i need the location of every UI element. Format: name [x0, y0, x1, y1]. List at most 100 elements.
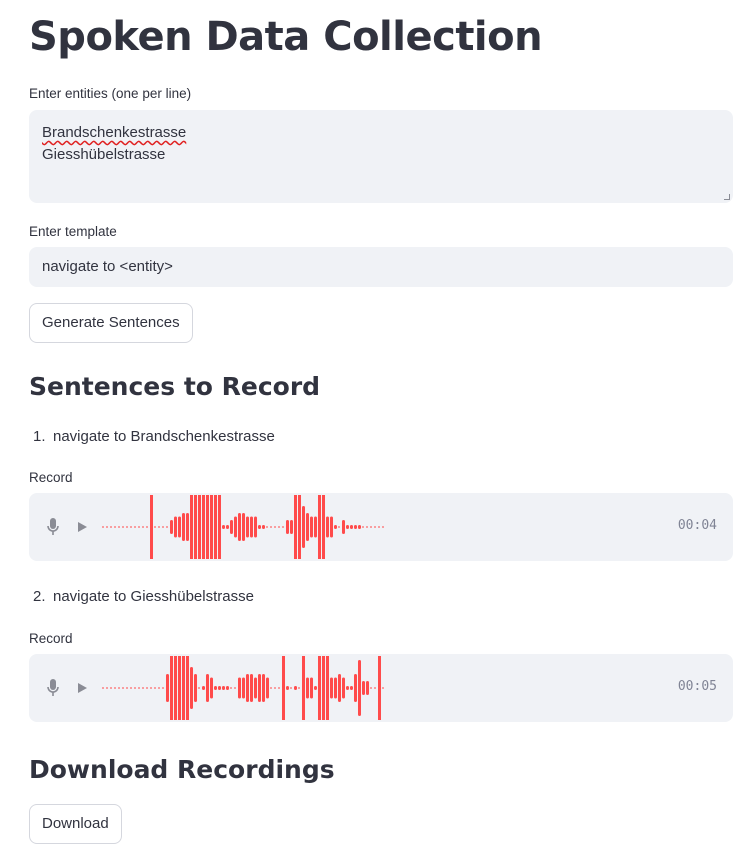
generate-sentences-button[interactable]: Generate Sentences [29, 303, 193, 343]
audio-recorder-2: 00:05 [29, 654, 733, 722]
download-title: Download Recordings [29, 755, 335, 784]
waveform-bar [202, 495, 205, 559]
page-title: Spoken Data Collection [29, 14, 543, 60]
record-label: Record [29, 470, 73, 485]
waveform-dash [110, 526, 112, 528]
waveform-dash [162, 687, 164, 689]
waveform-dash [298, 687, 300, 689]
waveform-bar [254, 516, 257, 538]
waveform-bar [362, 681, 365, 695]
waveform-dash [374, 526, 376, 528]
waveform-dash [270, 687, 272, 689]
waveform-bar [238, 677, 241, 699]
waveform-bar [222, 686, 225, 690]
waveform[interactable] [101, 495, 669, 559]
microphone-icon[interactable] [46, 517, 60, 537]
waveform-bar [194, 495, 197, 559]
waveform-bar [190, 495, 193, 559]
play-icon[interactable] [76, 521, 88, 533]
entities-textarea[interactable]: Brandschenkestrasse Giesshübelstrasse [29, 110, 733, 203]
waveform-dash [154, 526, 156, 528]
waveform-bar [170, 520, 173, 534]
waveform-dash [146, 526, 148, 528]
waveform-bar [238, 513, 241, 541]
waveform-dash [378, 526, 380, 528]
waveform-bar [254, 677, 257, 699]
waveform-bar [310, 516, 313, 538]
record-label: Record [29, 631, 73, 646]
waveform-dash [278, 687, 280, 689]
waveform-bar [310, 677, 313, 699]
waveform-bar [354, 525, 357, 529]
sentence-item-2: 2. navigate to Giesshübelstrasse [33, 588, 254, 605]
waveform-bar [258, 525, 261, 529]
waveform-bar [206, 674, 209, 702]
waveform-dash [362, 526, 364, 528]
waveform-bar [318, 495, 321, 559]
waveform-dash [134, 687, 136, 689]
template-label: Enter template [29, 224, 117, 239]
waveform-dash [274, 526, 276, 528]
sentence-text: navigate to Giesshübelstrasse [53, 588, 254, 605]
waveform-bar [350, 525, 353, 529]
waveform-dash [102, 687, 104, 689]
waveform-bar [342, 677, 345, 699]
waveform-bar [262, 674, 265, 702]
waveform-bar [314, 516, 317, 538]
download-button[interactable]: Download [29, 804, 122, 844]
waveform-dash [118, 526, 120, 528]
sentences-title: Sentences to Record [29, 372, 321, 401]
waveform-bar [302, 656, 305, 720]
play-icon[interactable] [76, 682, 88, 694]
microphone-icon[interactable] [46, 678, 60, 698]
waveform-bar [198, 495, 201, 559]
waveform-dash [138, 526, 140, 528]
waveform-bar [250, 674, 253, 702]
waveform-bar [250, 516, 253, 538]
waveform-bar [210, 495, 213, 559]
waveform-bar [326, 656, 329, 720]
waveform-bar [290, 520, 293, 534]
waveform-dash [278, 526, 280, 528]
duration-text: 00:04 [677, 518, 717, 533]
waveform-bar [242, 677, 245, 699]
waveform-dash [122, 687, 124, 689]
waveform-dash [338, 526, 340, 528]
entities-label: Enter entities (one per line) [29, 86, 192, 101]
waveform-dash [146, 687, 148, 689]
waveform-bar [306, 677, 309, 699]
waveform-bar [186, 513, 189, 541]
waveform-bar [314, 686, 317, 690]
entity-line-2: Giesshübelstrasse [42, 146, 166, 163]
waveform-bar [230, 520, 233, 534]
waveform-bar [186, 656, 189, 720]
waveform-bar [234, 516, 237, 538]
waveform-dash [290, 687, 292, 689]
waveform-bar [226, 525, 229, 529]
waveform-dash [106, 687, 108, 689]
waveform-dash [234, 687, 236, 689]
waveform-bar [262, 525, 265, 529]
waveform-bar [182, 513, 185, 541]
waveform-bar [286, 520, 289, 534]
waveform-bar [286, 686, 289, 690]
waveform-bar [246, 516, 249, 538]
waveform-bar [214, 495, 217, 559]
waveform-dash [282, 526, 284, 528]
resize-handle-icon[interactable] [724, 194, 730, 200]
template-input[interactable]: navigate to <entity> [29, 247, 733, 287]
waveform-dash [274, 687, 276, 689]
waveform-bar [194, 674, 197, 702]
waveform-bar [242, 513, 245, 541]
waveform-bar [258, 674, 261, 702]
waveform-dash [370, 526, 372, 528]
entity-line-1: Brandschenkestrasse [42, 124, 187, 141]
waveform-dash [130, 687, 132, 689]
waveform-bar [326, 516, 329, 538]
waveform-bar [358, 525, 361, 529]
waveform-bar [346, 686, 349, 690]
waveform-bar [366, 681, 369, 695]
waveform[interactable] [101, 656, 669, 720]
waveform-bar [206, 495, 209, 559]
waveform-dash [382, 526, 384, 528]
